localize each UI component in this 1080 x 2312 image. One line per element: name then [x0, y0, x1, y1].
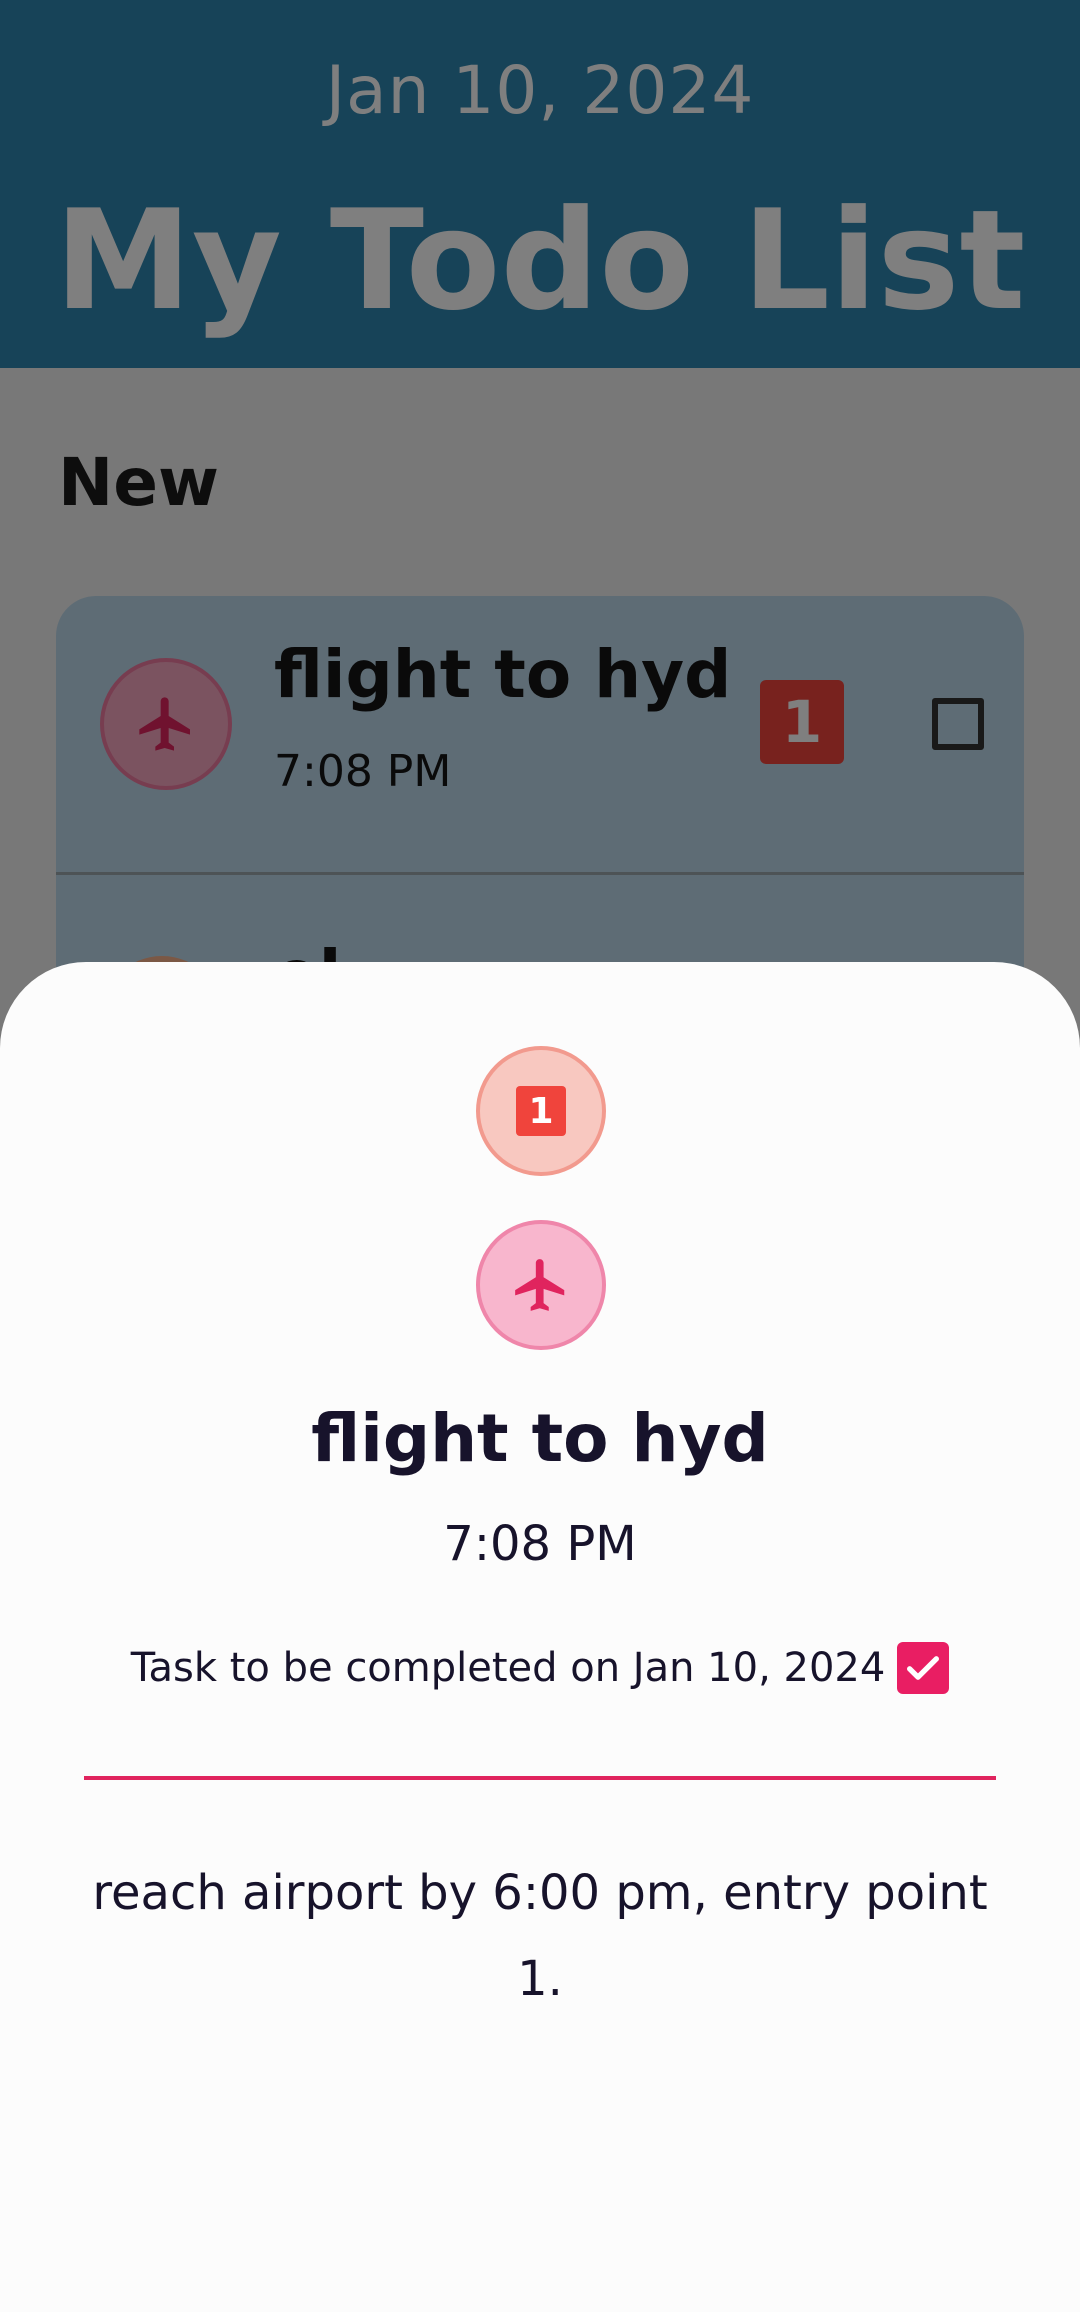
task-detail-time: 7:08 PM: [443, 1516, 637, 1572]
due-date-row: Task to be completed on Jan 10, 2024: [0, 1642, 1080, 1694]
priority-number: 1: [516, 1086, 566, 1136]
checkmark-icon: [907, 1656, 940, 1680]
task-description: reach airport by 6:00 pm, entry point 1.: [92, 1865, 988, 2007]
priority-indicator: 1: [476, 1046, 606, 1176]
category-indicator: [476, 1220, 606, 1350]
completed-checkbox[interactable]: [897, 1642, 950, 1694]
task-detail-title: flight to hyd: [311, 1400, 769, 1477]
due-date-text: Task to be completed on Jan 10, 2024: [130, 1645, 886, 1691]
todo-app-screen: Jan 10, 2024 My Todo List New flight to …: [0, 0, 1080, 2312]
airplane-icon: [515, 1259, 565, 1311]
divider: [84, 1776, 996, 1780]
task-detail-sheet: 1 flight to hyd 7:08 PM Task to be compl…: [0, 962, 1080, 2312]
